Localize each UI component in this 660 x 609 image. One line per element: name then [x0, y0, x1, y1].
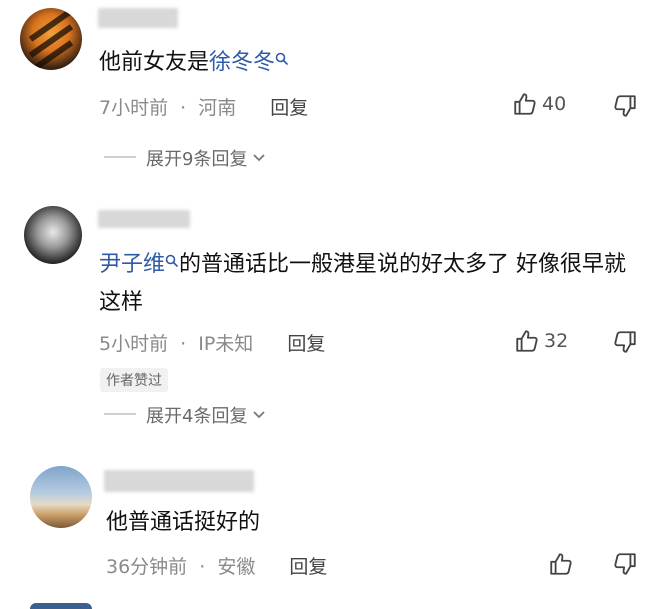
like-button[interactable]: 40	[512, 91, 566, 117]
expand-replies-button[interactable]: 展开9条回复	[146, 145, 267, 171]
search-icon[interactable]	[275, 52, 289, 66]
comment-mention[interactable]: 尹子维	[99, 252, 165, 277]
comment-mention[interactable]: 徐冬冬	[209, 50, 275, 75]
author-liked-badge: 作者赞过	[100, 368, 168, 392]
thumb-up-icon	[516, 330, 538, 352]
like-count: 32	[544, 330, 569, 352]
dislike-button[interactable]	[612, 329, 638, 355]
comment-text: 尹子维 的普通话比一般港星说的好太多了 好像很早就这样	[99, 246, 639, 322]
chevron-down-icon	[253, 154, 266, 162]
username-blurred[interactable]	[98, 8, 178, 28]
meta-separator: ·	[180, 333, 187, 355]
meta-separator: ·	[199, 556, 206, 578]
username-blurred[interactable]	[98, 210, 190, 228]
like-button[interactable]	[548, 551, 574, 577]
comment-plain-text: 他普通话挺好的	[106, 510, 261, 535]
dislike-button[interactable]	[612, 551, 638, 577]
thumb-down-icon	[614, 331, 636, 353]
like-button[interactable]: 32	[514, 328, 568, 354]
meta-separator: ·	[180, 97, 187, 119]
expand-replies-label: 展开9条回复	[146, 149, 248, 170]
dislike-button[interactable]	[612, 93, 638, 119]
comment-location: 安徽	[217, 556, 256, 578]
comment-meta: 5小时前 · IP未知 回复	[99, 329, 325, 356]
comment-time: 7小时前	[99, 97, 169, 119]
username-blurred[interactable]	[104, 470, 254, 492]
search-icon[interactable]	[165, 254, 179, 268]
thumb-down-icon	[614, 95, 636, 117]
avatar[interactable]	[30, 466, 92, 528]
comment-location: 河南	[198, 97, 237, 119]
reply-button[interactable]: 回复	[289, 556, 327, 578]
comment-plain-text: 他前女友是	[99, 50, 210, 75]
divider-line	[104, 413, 136, 415]
thumb-up-icon	[514, 93, 536, 115]
avatar[interactable]	[20, 8, 82, 70]
comment-time: 36分钟前	[106, 556, 188, 578]
reply-button[interactable]: 回复	[270, 97, 308, 119]
expand-replies-button[interactable]: 展开4条回复	[146, 402, 267, 428]
comment-text: 他普通话挺好的	[106, 508, 626, 538]
chevron-down-icon	[253, 411, 266, 419]
reply-button[interactable]: 回复	[287, 333, 325, 355]
comment-meta: 36分钟前 · 安徽 回复	[106, 552, 327, 579]
comment-meta: 7小时前 · 河南 回复	[99, 93, 308, 120]
comment-time: 5小时前	[99, 333, 169, 355]
divider-line	[104, 156, 136, 158]
avatar[interactable]	[30, 603, 92, 609]
comment-location: IP未知	[198, 333, 254, 355]
thumb-down-icon	[614, 553, 636, 575]
thumb-up-icon	[550, 553, 572, 575]
expand-replies-label: 展开4条回复	[146, 406, 248, 427]
comment-plain-text: 的普通话比一般港星说的好太多了 好像很早就这样	[99, 252, 627, 315]
avatar[interactable]	[24, 206, 82, 264]
like-count: 40	[542, 93, 567, 115]
comment-text: 他前女友是徐冬冬	[99, 48, 639, 78]
